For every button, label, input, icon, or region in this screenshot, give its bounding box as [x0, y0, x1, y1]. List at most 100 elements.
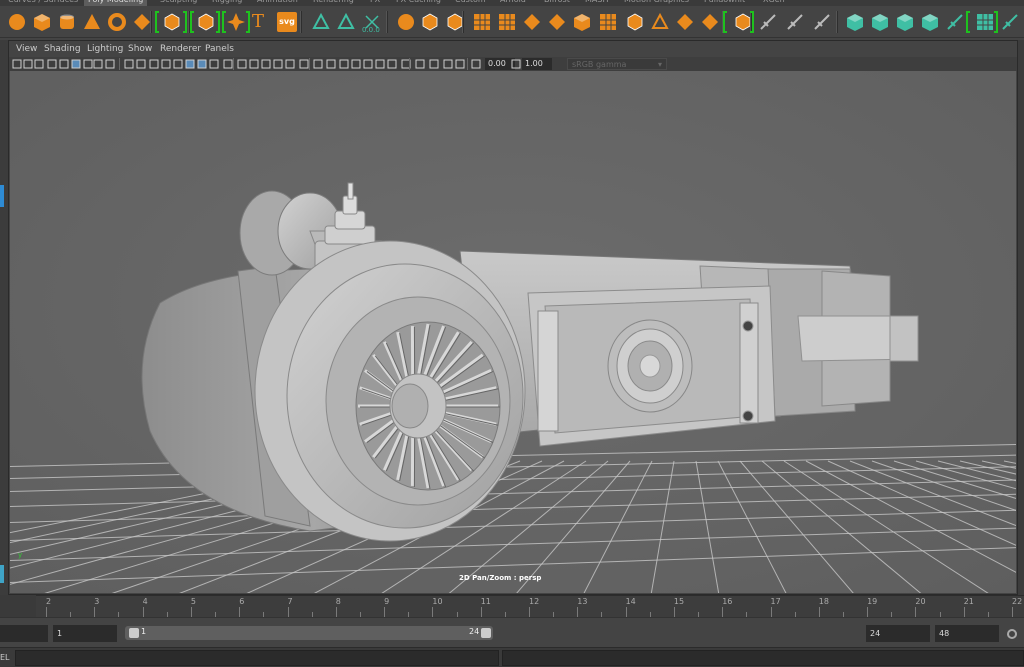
- wireframe-shaded-icon[interactable]: [173, 59, 183, 69]
- range-end-handle[interactable]: [481, 628, 491, 638]
- quadrangulate-icon[interactable]: [700, 12, 720, 32]
- svg-tool-icon[interactable]: svg: [277, 12, 297, 32]
- time-slider[interactable]: 2 3 4 5 6 7 8 9 10 11 12 13 14 15 16 17 18 19 20 21 22: [0, 595, 1024, 617]
- color-space-icon[interactable]: [455, 59, 465, 69]
- settings-icon[interactable]: [1005, 627, 1019, 641]
- multicut-icon[interactable]: [572, 12, 592, 32]
- paint-icon[interactable]: [812, 12, 832, 32]
- gate-icon[interactable]: [299, 59, 309, 69]
- viewport-panel: View Shading Lighting Show Renderer Panels 0.…: [8, 40, 1018, 595]
- safe-action-icon[interactable]: [339, 59, 349, 69]
- poly-cylinder-icon[interactable]: [57, 12, 77, 32]
- super-shape-icon[interactable]: [162, 12, 182, 32]
- animation-end-field[interactable]: 48: [935, 625, 999, 642]
- uv-planar-icon[interactable]: [845, 12, 865, 32]
- separate-icon[interactable]: [336, 12, 356, 32]
- shaded-icon[interactable]: [105, 59, 115, 69]
- bookmark-icon[interactable]: [34, 59, 44, 69]
- time-slider-track[interactable]: 2 3 4 5 6 7 8 9 10 11 12 13 14 15 16 17 18 19 20 21 22: [36, 595, 1024, 617]
- menu-view[interactable]: View: [16, 44, 37, 54]
- bevel-icon[interactable]: [497, 12, 517, 32]
- timeline-tick: [239, 607, 241, 617]
- poly-torus-icon[interactable]: [107, 12, 127, 32]
- wireframe-icon[interactable]: [93, 59, 103, 69]
- extrude-icon[interactable]: [472, 12, 492, 32]
- ao-icon[interactable]: [237, 59, 247, 69]
- default-material-icon[interactable]: [185, 59, 195, 69]
- uv-editor-icon[interactable]: [1000, 12, 1020, 32]
- offset-edge-icon[interactable]: [598, 12, 618, 32]
- xray-icon[interactable]: [136, 59, 146, 69]
- uv-auto-icon[interactable]: [920, 12, 940, 32]
- menu-shading[interactable]: Shading: [44, 44, 81, 54]
- poly-plane-icon[interactable]: [132, 12, 152, 32]
- colorspace-dropdown[interactable]: sRGB gamma ▾: [567, 58, 667, 70]
- viewport-transform-icon[interactable]: [443, 59, 453, 69]
- exposure-toggle-icon[interactable]: [471, 59, 481, 69]
- poly-cube-icon[interactable]: [32, 12, 52, 32]
- camera-attr-icon[interactable]: [23, 59, 33, 69]
- textured-icon[interactable]: [197, 59, 207, 69]
- safe-title-icon[interactable]: [351, 59, 361, 69]
- smooth-icon[interactable]: [396, 12, 416, 32]
- mirror-icon[interactable]: [420, 12, 440, 32]
- timeline-frame-label: 18: [818, 597, 829, 606]
- motion-trails-icon[interactable]: [273, 59, 283, 69]
- gamma-field[interactable]: 1.00: [522, 58, 552, 70]
- 2d-pan-icon[interactable]: [71, 59, 81, 69]
- start-time-field[interactable]: [0, 625, 48, 642]
- hud-icon[interactable]: [375, 59, 385, 69]
- dof-icon[interactable]: [261, 59, 271, 69]
- command-input[interactable]: [15, 650, 499, 666]
- range-start-handle[interactable]: [129, 628, 139, 638]
- field-chart-icon[interactable]: [363, 59, 373, 69]
- uv-spherical-icon[interactable]: [895, 12, 915, 32]
- timeline-tick: [480, 607, 482, 617]
- grease-pencil-icon[interactable]: [83, 59, 93, 69]
- uv-layout-icon[interactable]: [975, 12, 995, 32]
- grid-icon[interactable]: [59, 59, 69, 69]
- platonic-icon[interactable]: [196, 12, 216, 32]
- camera-lock-icon[interactable]: [387, 59, 397, 69]
- lights-icon[interactable]: [209, 59, 219, 69]
- poly-sphere-icon[interactable]: [7, 12, 27, 32]
- sculpt-brush-icon[interactable]: [758, 12, 778, 32]
- isolate-icon[interactable]: [124, 59, 134, 69]
- resolution-gate-icon[interactable]: [326, 59, 336, 69]
- soft-select-icon[interactable]: [785, 12, 805, 32]
- ui-elements-icon[interactable]: [285, 59, 295, 69]
- xray-active-icon[interactable]: [161, 59, 171, 69]
- command-language-label[interactable]: EL: [0, 653, 10, 662]
- insert-edge-icon[interactable]: [547, 12, 567, 32]
- range-bar[interactable]: 1 24: [125, 626, 493, 640]
- triangulate-icon[interactable]: [675, 12, 695, 32]
- select-camera-icon[interactable]: [12, 59, 22, 69]
- exposure-icon[interactable]: [415, 59, 425, 69]
- append-icon[interactable]: [522, 12, 542, 32]
- playback-start-field[interactable]: 1: [53, 625, 117, 642]
- menu-show[interactable]: Show: [128, 44, 152, 54]
- 3d-viewport[interactable]: [10, 71, 1016, 593]
- film-gate-icon[interactable]: [313, 59, 323, 69]
- uv-cylindrical-icon[interactable]: [870, 12, 890, 32]
- sphere-star-icon[interactable]: [226, 12, 246, 32]
- range-start-label: 1: [141, 627, 147, 636]
- menu-panels[interactable]: Panels: [205, 44, 234, 54]
- combine-icon[interactable]: [311, 12, 331, 32]
- playback-end-field[interactable]: 24: [866, 625, 930, 642]
- text-tool-icon[interactable]: T: [252, 12, 272, 32]
- selected-bracket: [183, 11, 187, 33]
- uv-unfold-icon[interactable]: [945, 12, 965, 32]
- image-plane-icon[interactable]: [47, 59, 57, 69]
- target-weld-icon[interactable]: [625, 12, 645, 32]
- poly-cone-icon[interactable]: [82, 12, 102, 32]
- shadows-icon[interactable]: [223, 59, 233, 69]
- xray-joints-icon[interactable]: [149, 59, 159, 69]
- aa-icon[interactable]: [249, 59, 259, 69]
- menu-renderer[interactable]: Renderer: [160, 44, 201, 54]
- selected-bracket: [190, 11, 194, 33]
- reduce-icon[interactable]: [650, 12, 670, 32]
- gamma-icon[interactable]: [429, 59, 439, 69]
- menu-lighting[interactable]: Lighting: [87, 44, 123, 54]
- gamma-toggle-icon[interactable]: [511, 59, 521, 69]
